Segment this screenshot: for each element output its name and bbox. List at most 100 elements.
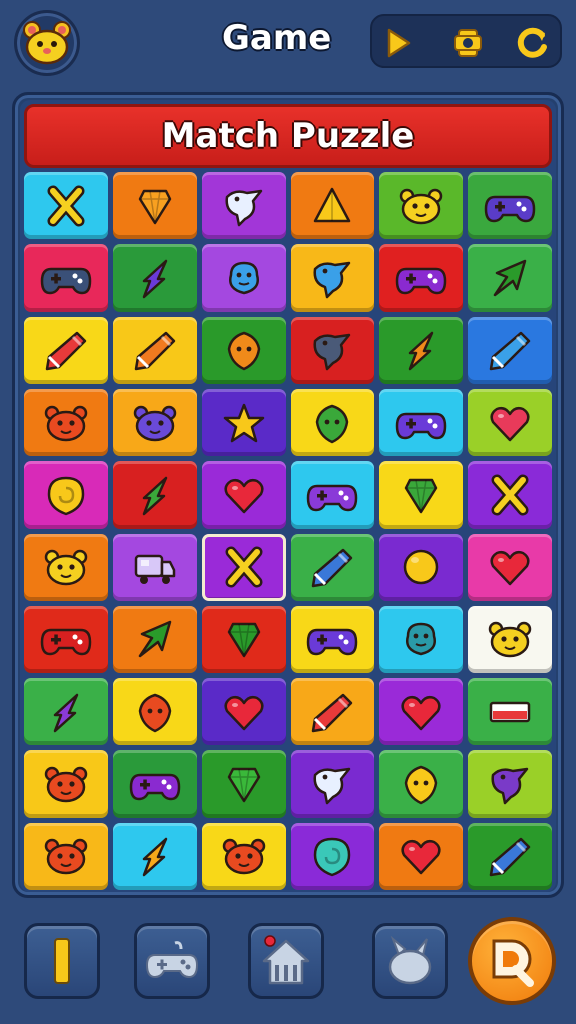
pencil-icon (45, 331, 87, 371)
tile-r6-c0[interactable] (24, 605, 108, 674)
tile-r4-c1[interactable] (112, 461, 197, 529)
tile-r2-c4[interactable] (379, 316, 464, 384)
tile-r0-c2[interactable] (201, 172, 286, 240)
tile-r9-c5[interactable] (468, 822, 552, 890)
tile-r3-c2[interactable] (201, 388, 286, 457)
rocket-icon (408, 331, 434, 371)
tile-r6-c1[interactable] (112, 605, 197, 674)
gem-icon (138, 189, 171, 224)
tile-r5-c4[interactable] (379, 533, 464, 601)
shield-icon (227, 331, 260, 371)
rocket-icon (142, 476, 167, 516)
tile-r1-c3[interactable] (290, 244, 375, 312)
tile-r9-c0[interactable] (24, 822, 108, 890)
tile-r3-c3[interactable] (290, 388, 375, 457)
pencil-icon (312, 693, 353, 732)
bunny-button[interactable] (372, 923, 448, 999)
tile-r4-c0[interactable] (24, 461, 108, 529)
gamepad-button[interactable] (134, 923, 210, 999)
tile-r9-c3[interactable] (290, 822, 375, 890)
tile-r5-c5[interactable] (468, 533, 552, 601)
tile-r5-c3[interactable] (290, 533, 375, 601)
tile-r9-c2[interactable] (201, 822, 286, 890)
title-banner: Match Puzzle (24, 104, 552, 168)
bird-icon (225, 189, 262, 226)
flag-icon (489, 701, 531, 722)
tile-r4-c2[interactable] (201, 461, 286, 529)
tile-r5-c1[interactable] (112, 533, 197, 601)
tile-r0-c1[interactable] (112, 172, 197, 240)
hamster-face-icon (23, 21, 71, 65)
tile-r8-c2[interactable] (201, 750, 286, 818)
tile-r2-c2[interactable] (201, 316, 286, 384)
tile-r8-c4[interactable] (379, 750, 464, 818)
tile-r7-c0[interactable] (24, 678, 108, 746)
tile-r9-c4[interactable] (379, 822, 464, 890)
tile-r6-c2[interactable] (201, 605, 286, 674)
tile-r1-c1[interactable] (112, 244, 197, 312)
tile-r6-c3[interactable] (290, 605, 375, 674)
page-title: Game (222, 18, 332, 58)
tile-r4-c4[interactable] (379, 461, 464, 529)
pause-button[interactable] (24, 923, 100, 999)
avatar[interactable] (14, 10, 80, 76)
tile-r7-c1[interactable] (112, 678, 197, 746)
settings-button[interactable] (448, 23, 488, 63)
tile-r0-c4[interactable] (379, 172, 464, 240)
hint-button[interactable] (468, 917, 556, 1005)
tile-r0-c3[interactable] (290, 172, 375, 240)
cross-icon (491, 474, 529, 516)
tile-r7-c2[interactable] (201, 678, 286, 746)
tile-r0-c0[interactable] (24, 172, 108, 240)
tile-r2-c3[interactable] (290, 316, 375, 384)
heart-icon (401, 695, 441, 730)
gamepad-icon (40, 267, 92, 295)
hamster-icon (44, 839, 88, 875)
tile-r8-c1[interactable] (112, 750, 197, 818)
tile-r3-c5[interactable] (468, 388, 552, 457)
tile-r3-c1[interactable] (112, 388, 197, 457)
tile-r8-c5[interactable] (468, 750, 552, 818)
pencil-icon (312, 548, 353, 588)
gem-icon (227, 623, 260, 658)
heart-icon (490, 551, 530, 586)
tile-r7-c3[interactable] (290, 678, 375, 746)
tile-r4-c5[interactable] (468, 461, 552, 529)
tile-r5-c0[interactable] (24, 533, 108, 601)
hamster-icon (44, 766, 88, 803)
tile-r2-c1[interactable] (112, 316, 197, 384)
tile-r8-c3[interactable] (290, 750, 375, 818)
tile-r1-c2[interactable] (201, 244, 286, 312)
home-button[interactable] (248, 923, 324, 999)
tile-r9-c1[interactable] (112, 822, 197, 890)
tile-r2-c0[interactable] (24, 316, 108, 384)
tile-r6-c5[interactable] (468, 605, 552, 674)
tile-r0-c5[interactable] (468, 172, 552, 240)
tile-r3-c0[interactable] (24, 388, 108, 457)
heart-icon (224, 695, 264, 730)
tile-r1-c0[interactable] (24, 244, 108, 312)
arrow-icon (493, 259, 527, 297)
home-icon (262, 935, 310, 985)
tile-r7-c5[interactable] (468, 678, 552, 746)
play-button[interactable] (378, 23, 418, 63)
tile-r7-c4[interactable] (379, 678, 464, 746)
game-controls (370, 14, 562, 68)
tile-r6-c4[interactable] (379, 605, 464, 674)
rocket-icon (53, 693, 79, 732)
hamster-icon (222, 839, 265, 875)
cross-icon (47, 185, 85, 227)
hamster-icon (44, 405, 88, 441)
tile-r1-c4[interactable] (379, 244, 464, 312)
tile-r1-c5[interactable] (468, 244, 552, 312)
tile-r4-c3[interactable] (290, 461, 375, 529)
gamepad-icon (395, 412, 447, 439)
restart-button[interactable] (512, 23, 552, 63)
tile-r8-c0[interactable] (24, 750, 108, 818)
banner-title: Match Puzzle (161, 116, 415, 156)
gear-icon (454, 29, 482, 57)
tile-r2-c5[interactable] (468, 316, 552, 384)
tile-r3-c4[interactable] (379, 388, 464, 457)
tile-r5-c2[interactable] (201, 533, 286, 601)
bird-icon (491, 767, 529, 805)
